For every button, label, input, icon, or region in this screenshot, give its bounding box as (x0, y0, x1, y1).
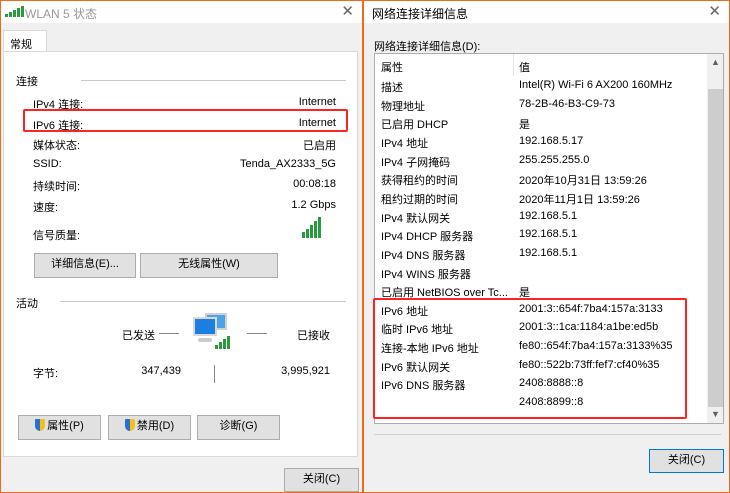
field-value: Internet (298, 96, 336, 108)
network-computers-icon (193, 313, 235, 351)
status-field-row: 持续时间: 00:08:18 (4, 176, 336, 194)
property-name: IPv4 DHCP 服务器 (381, 231, 474, 244)
divider (159, 333, 179, 334)
list-item[interactable]: 租约过期的时间 2020年11月1日 13:59:26 (375, 189, 705, 207)
list-item[interactable]: 描述 Intel(R) Wi-Fi 6 AX200 160MHz (375, 77, 705, 95)
diagnose-button[interactable]: 诊断(G) (197, 415, 280, 440)
property-name: IPv4 地址 (381, 137, 429, 150)
bytes-label: 字节: (33, 368, 59, 380)
tab-label: 常规 (10, 39, 32, 51)
property-name: 描述 (381, 82, 403, 94)
connection-section-label: 连接 (16, 76, 38, 88)
tab-general[interactable]: 常规 (3, 30, 47, 52)
signal-strength-icon (302, 216, 321, 238)
list-item[interactable]: IPv4 默认网关 192.168.5.1 (375, 208, 705, 226)
details-list-label: 网络连接详细信息(D): (374, 41, 481, 53)
wlan-status-window: WLAN 5 状态 ✕ 常规 连接 IPv4 连接: Internet IPv6 连… (0, 0, 363, 493)
property-value: 2020年11月1日 13:59:26 (519, 193, 640, 206)
close-button[interactable]: 关闭(C) (284, 468, 359, 492)
property-value: 192.168.5.1 (519, 228, 578, 241)
list-item[interactable]: 物理地址 78-2B-46-B3-C9-73 (375, 96, 705, 114)
scroll-up-icon[interactable]: ▲ (711, 57, 720, 67)
field-value: 1.2 Gbps (291, 199, 336, 211)
field-label: 媒体状态: (33, 140, 81, 153)
status-field-row: 媒体状态: 已启用 (4, 135, 336, 153)
button-label: 属性(P) (47, 420, 84, 432)
list-item[interactable]: IPv4 DNS 服务器 192.168.5.1 (375, 245, 705, 263)
divider (60, 301, 346, 302)
property-value: 192.168.5.1 (519, 209, 578, 222)
field-value: 已启用 (303, 140, 336, 153)
property-name: IPv4 默认网关 (381, 212, 451, 225)
status-field-row: SSID: Tenda_AX2333_5G (4, 156, 336, 174)
property-value: 192.168.5.17 (519, 134, 584, 147)
close-icon[interactable]: ✕ (341, 2, 354, 20)
status-field-row: 速度: 1.2 Gbps (4, 197, 336, 215)
list-item[interactable]: IPv4 子网掩码 255.255.255.0 (375, 152, 705, 170)
property-value: 2020年10月31日 13:59:26 (519, 175, 647, 188)
property-name: 已启用 DHCP (381, 119, 449, 132)
list-item[interactable]: IPv4 WINS 服务器 (375, 264, 705, 282)
scroll-down-icon[interactable]: ▼ (711, 409, 720, 419)
signal-quality-label: 信号质量: (33, 230, 81, 242)
property-name: 租约过期的时间 (381, 193, 458, 206)
window-title: 网络连接详细信息 (372, 7, 469, 21)
vertical-scrollbar[interactable]: ▲ ▼ (707, 54, 723, 423)
highlight-box (373, 298, 687, 419)
highlight-box (23, 109, 348, 132)
close-icon[interactable]: ✕ (708, 2, 721, 20)
wireless-properties-button[interactable]: 无线属性(W) (140, 253, 278, 278)
title-bar: WLAN 5 状态 ✕ (1, 1, 362, 23)
divider (247, 333, 267, 334)
property-name: IPv4 子网掩码 (381, 156, 451, 169)
property-name: 获得租约的时间 (381, 175, 458, 188)
property-name: 物理地址 (381, 100, 425, 113)
property-value: 是 (519, 119, 530, 132)
property-value: Intel(R) Wi-Fi 6 AX200 160MHz (519, 79, 673, 91)
list-item[interactable]: IPv4 DHCP 服务器 192.168.5.1 (375, 226, 705, 244)
disable-button[interactable]: 禁用(D) (108, 415, 191, 440)
sent-label: 已发送 (122, 330, 155, 342)
field-label: 速度: (33, 202, 59, 214)
bytes-sent-value: 347,439 (141, 365, 181, 377)
field-label: SSID: (33, 157, 62, 170)
property-value: 192.168.5.1 (519, 246, 578, 259)
title-bar: 网络连接详细信息 ✕ (364, 1, 729, 23)
list-item[interactable]: 已启用 DHCP 是 (375, 114, 705, 132)
field-label: 持续时间: (33, 181, 81, 194)
bytes-received-value: 3,995,921 (281, 365, 330, 377)
network-details-window: 网络连接详细信息 ✕ 网络连接详细信息(D): 属性 值 描述 Intel(R) … (363, 0, 730, 493)
wifi-signal-icon (5, 6, 24, 17)
divider (214, 365, 215, 383)
button-label: 禁用(D) (136, 420, 175, 432)
field-value: Tenda_AX2333_5G (239, 157, 336, 170)
column-header-value[interactable]: 值 (519, 59, 530, 75)
field-value: 00:08:18 (293, 178, 336, 191)
divider (374, 434, 721, 435)
scrollbar-thumb[interactable] (708, 89, 723, 407)
property-name: IPv4 WINS 服务器 (381, 268, 471, 281)
properties-button[interactable]: 属性(P) (18, 415, 101, 440)
close-button[interactable]: 关闭(C) (649, 449, 724, 473)
list-item[interactable]: 获得租约的时间 2020年10月31日 13:59:26 (375, 170, 705, 188)
details-button[interactable]: 详细信息(E)... (34, 253, 136, 278)
column-header-property[interactable]: 属性 (381, 59, 403, 75)
activity-section-label: 活动 (16, 298, 38, 310)
list-item[interactable]: IPv4 地址 192.168.5.17 (375, 133, 705, 151)
property-value: 78-2B-46-B3-C9-73 (519, 97, 615, 110)
uac-shield-icon (35, 419, 46, 431)
list-header: 属性 值 (375, 54, 707, 76)
divider (81, 80, 346, 81)
property-value: 255.255.255.0 (519, 153, 590, 166)
received-label: 已接收 (297, 330, 330, 342)
uac-shield-icon (124, 419, 135, 431)
window-title: WLAN 5 状态 (25, 7, 98, 21)
property-name: IPv4 DNS 服务器 (381, 249, 466, 262)
